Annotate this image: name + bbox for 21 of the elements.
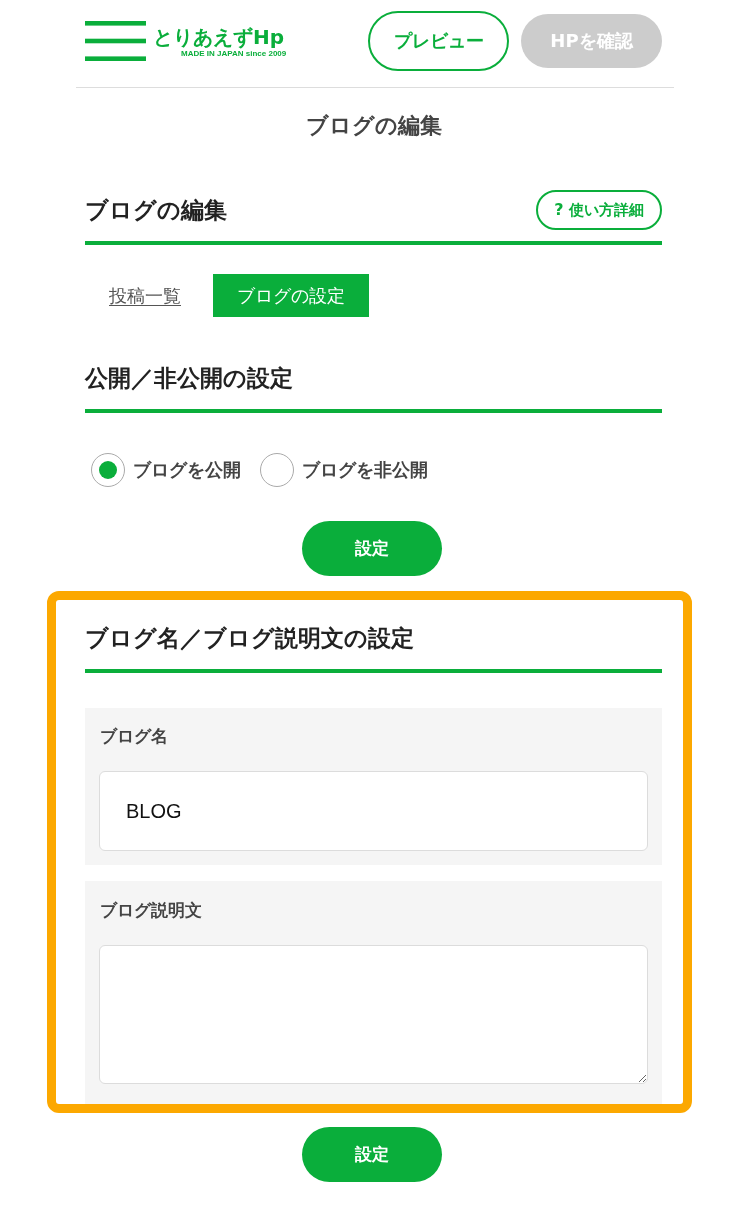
textarea-field[interactable]: [99, 945, 648, 1084]
radio-button[interactable]: [91, 453, 125, 487]
tab[interactable]: 投稿一覧: [85, 274, 205, 317]
section-heading: ブログ名／ブログ説明文の設定: [85, 624, 414, 653]
section-heading: 公開／非公開の設定: [85, 364, 293, 393]
header-button[interactable]: プレビュー: [368, 11, 509, 71]
section-heading: ブログの編集: [85, 196, 227, 225]
radio-label[interactable]: ブログを非公開: [302, 458, 428, 482]
submit-button[interactable]: 設定: [302, 1127, 442, 1182]
radio-button[interactable]: [260, 453, 294, 487]
radio-label[interactable]: ブログを公開: [133, 458, 241, 482]
help-button[interactable]: ? 使い方詳細: [536, 190, 662, 230]
logo-tagline: MADE IN JAPAN since 2009: [181, 49, 287, 59]
page-title: ブログの編集: [305, 112, 442, 140]
menu-icon[interactable]: [85, 21, 146, 61]
field-label: ブログ説明文: [100, 899, 202, 922]
submit-button[interactable]: 設定: [302, 521, 442, 576]
field-label: ブログ名: [100, 725, 168, 748]
tab[interactable]: ブログの設定: [213, 274, 369, 317]
text-input[interactable]: BLOG: [99, 771, 648, 851]
logo-text[interactable]: とりあえずHp: [153, 25, 287, 49]
